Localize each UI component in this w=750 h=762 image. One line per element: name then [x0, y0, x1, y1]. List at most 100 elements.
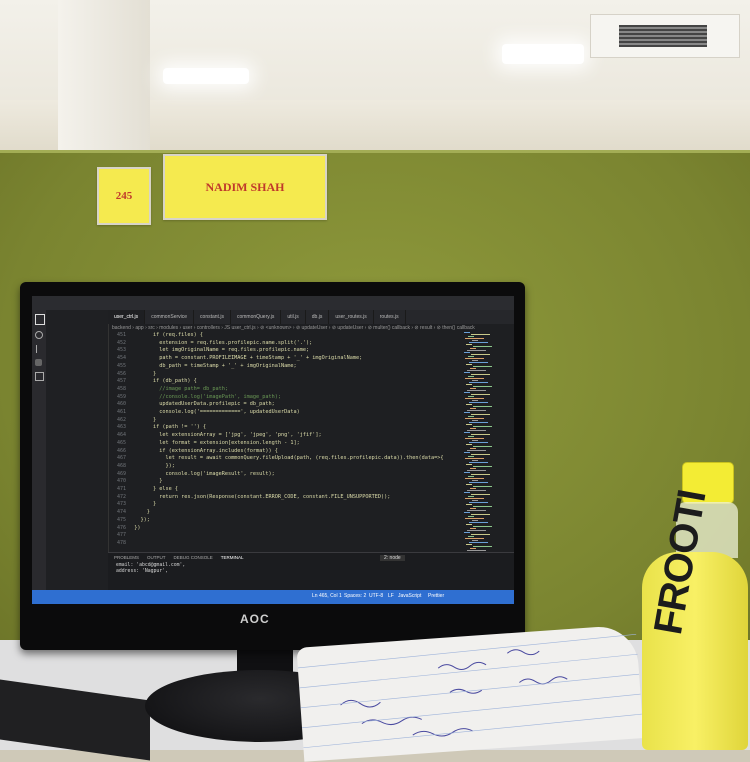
minimap-line — [469, 462, 488, 463]
minimap-line — [466, 344, 472, 345]
minimap-line — [465, 478, 484, 479]
code-editor[interactable]: if (req.files) { extension = req.files.p… — [128, 332, 458, 552]
status-bar: Ln 465, Col 1 Spaces: 2 UTF-8 LF JavaScr… — [32, 590, 514, 604]
extensions-icon[interactable] — [35, 372, 44, 381]
air-conditioner-vent — [590, 14, 740, 58]
ceiling-light — [502, 44, 584, 64]
file-explorer — [46, 310, 109, 590]
minimap-line — [471, 434, 490, 435]
minimap-line — [469, 362, 488, 363]
status-position[interactable]: Ln 465, Col 1 — [312, 593, 342, 599]
minimap-line — [471, 374, 490, 375]
code-line: }); — [128, 462, 175, 469]
line-number: 464 — [116, 432, 126, 439]
minimap-line — [465, 378, 484, 379]
minimap-line — [466, 484, 472, 485]
status-language[interactable]: JavaScript — [398, 593, 421, 599]
minimap-line — [464, 472, 470, 473]
minimap-line — [467, 490, 486, 491]
minimap-line — [471, 394, 490, 395]
files-icon[interactable] — [35, 314, 45, 325]
line-number: 461 — [116, 409, 126, 416]
monitor-brand: AOC — [240, 612, 270, 626]
minimap-line — [467, 450, 486, 451]
line-number: 472 — [116, 493, 126, 500]
minimap-line — [468, 456, 474, 457]
editor-tab[interactable]: db.js — [306, 310, 330, 324]
code-line: if (extensionArray.includes(format)) { — [128, 447, 278, 454]
minimap[interactable] — [462, 332, 506, 582]
minimap-line — [469, 542, 488, 543]
line-number: 457 — [116, 378, 126, 385]
minimap-line — [464, 352, 470, 353]
line-number: 470 — [116, 478, 126, 485]
minimap-line — [465, 338, 484, 339]
minimap-line — [468, 416, 474, 417]
line-number: 452 — [116, 339, 126, 346]
line-number-gutter: 451 452 453 454 455 456 457 458 459 460 461 462 463 4… — [110, 332, 126, 552]
line-number: 454 — [116, 355, 126, 362]
minimap-line — [470, 348, 476, 349]
status-spaces[interactable]: Spaces: 2 — [344, 593, 366, 599]
editor-tab[interactable]: user_ctrl.js — [108, 310, 146, 324]
minimap-line — [465, 398, 484, 399]
code-line: } — [128, 478, 163, 485]
line-number: 456 — [116, 370, 126, 377]
minimap-line — [465, 538, 484, 539]
editor-tab[interactable]: user_routes.js — [329, 310, 374, 324]
line-number: 460 — [116, 401, 126, 408]
minimap-line — [468, 396, 474, 397]
status-eol[interactable]: LF — [388, 593, 394, 599]
minimap-line — [468, 336, 474, 337]
panel-tab[interactable]: PROBLEMS — [114, 555, 139, 560]
line-number: 465 — [116, 439, 126, 446]
minimap-line — [468, 356, 474, 357]
terminal-dropdown[interactable]: 2: node — [380, 555, 405, 561]
minimap-line — [466, 364, 472, 365]
panel-tab[interactable]: TERMINAL — [221, 555, 244, 560]
line-number: 458 — [116, 385, 126, 392]
minimap-line — [473, 506, 492, 507]
title-bar — [32, 296, 514, 310]
editor-tab[interactable]: constant.js — [194, 310, 231, 324]
code-line: } — [128, 416, 157, 423]
source-control-icon[interactable] — [36, 345, 43, 353]
search-icon[interactable] — [35, 331, 43, 339]
panel-tab[interactable]: OUTPUT — [147, 555, 166, 560]
code-line: //console.log('imagePath', image_path); — [128, 393, 282, 400]
handwriting — [297, 633, 642, 749]
code-line: console.log('imageResult', result); — [128, 470, 275, 477]
minimap-line — [464, 512, 470, 513]
minimap-line — [467, 470, 486, 471]
minimap-line — [471, 334, 490, 335]
minimap-line — [472, 360, 478, 361]
line-number: 463 — [116, 424, 126, 431]
status-encoding[interactable]: UTF-8 — [369, 593, 383, 599]
status-formatter[interactable]: Prettier — [428, 593, 444, 599]
minimap-line — [467, 370, 486, 371]
minimap-line — [469, 342, 488, 343]
minimap-line — [469, 402, 488, 403]
terminal-line: address: 'Nagpur', — [116, 569, 168, 574]
line-number: 478 — [116, 539, 126, 546]
minimap-line — [473, 526, 492, 527]
editor-tab[interactable]: util.js — [281, 310, 306, 324]
minimap-line — [472, 500, 478, 501]
line-number: 453 — [116, 347, 126, 354]
minimap-line — [470, 468, 476, 469]
line-number: 459 — [116, 393, 126, 400]
minimap-line — [472, 460, 478, 461]
minimap-line — [473, 366, 492, 367]
panel-tab[interactable]: DEBUG CONSOLE — [174, 555, 213, 560]
editor-tab[interactable]: routes.js — [374, 310, 406, 324]
line-number: 471 — [116, 486, 126, 493]
debug-icon[interactable] — [35, 359, 42, 366]
minimap-line — [465, 438, 484, 439]
line-number: 476 — [116, 524, 126, 531]
minimap-line — [465, 358, 484, 359]
minimap-line — [472, 480, 478, 481]
minimap-line — [469, 422, 488, 423]
editor-tab[interactable]: commonService — [145, 310, 195, 324]
minimap-line — [469, 522, 488, 523]
editor-tab[interactable]: commonQuery.js — [231, 310, 282, 324]
